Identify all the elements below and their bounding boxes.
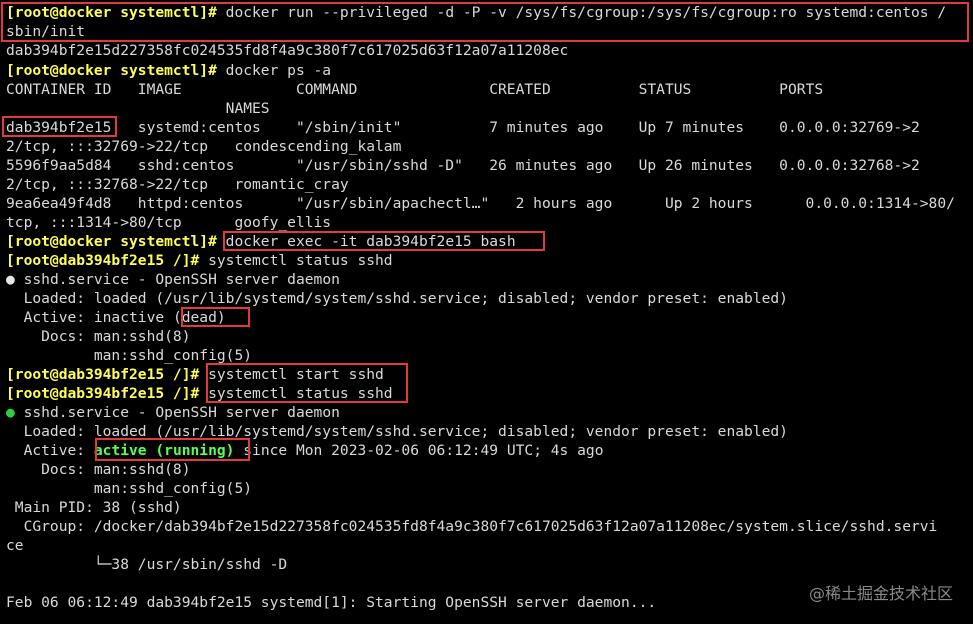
terminal-line: Docs: man:sshd(8)	[6, 327, 191, 346]
highlight-box-docker-exec	[223, 231, 545, 251]
output-text: NAMES	[6, 100, 270, 117]
output-text: 2/tcp, :::32769->22/tcp condescending_ka…	[6, 138, 402, 155]
output-text: Docs: man:sshd(8)	[6, 328, 191, 345]
output-text: dab394bf2e15d227358fc024535fd8f4a9c380f7…	[6, 42, 569, 59]
output-text: dab394bf2e15 systemd:centos "/sbin/init"…	[6, 119, 920, 136]
shell-prompt: [root@docker systemctl]#	[6, 233, 217, 250]
output-text: Active: inactive	[6, 309, 173, 326]
terminal-line: Loaded: loaded (/usr/lib/systemd/system/…	[6, 289, 788, 308]
shell-prompt: [root@dab394bf2e15 /]#	[6, 385, 200, 402]
highlight-box-dead	[181, 307, 250, 327]
output-text: tcp, :::1314->80/tcp goofy_ellis	[6, 214, 332, 231]
highlight-box-running	[95, 438, 250, 461]
shell-prompt: [root@dab394bf2e15 /]#	[6, 366, 200, 383]
table-header: CONTAINER ID IMAGE COMMAND CREATED STATU…	[6, 80, 823, 99]
output-text: Active:	[6, 442, 94, 459]
output-text: ce	[6, 537, 24, 554]
terminal-line: CGroup: /docker/dab394bf2e15d227358fc024…	[6, 517, 938, 536]
highlight-box-container-id	[2, 116, 117, 137]
output-text: 9ea6ea49f4d8 httpd:centos "/usr/sbin/apa…	[6, 195, 955, 212]
terminal-line: ● sshd.service - OpenSSH server daemon	[6, 270, 340, 289]
terminal-window[interactable]: [root@docker systemctl]# docker run --pr…	[0, 0, 973, 624]
command-text: docker ps -a	[216, 62, 332, 79]
terminal-line: dab394bf2e15d227358fc024535fd8f4a9c380f7…	[6, 41, 568, 60]
terminal-line: Main PID: 38 (sshd)	[6, 498, 182, 517]
status-dot-icon: ●	[6, 404, 15, 421]
table-row: tcp, :::1314->80/tcp goofy_ellis	[6, 213, 331, 232]
command-text: systemctl status sshd	[199, 252, 393, 269]
output-text: 2/tcp, :::32768->22/tcp romantic_cray	[6, 176, 349, 193]
terminal-line: └─38 /usr/sbin/sshd -D	[6, 555, 287, 574]
terminal-line: ● sshd.service - OpenSSH server daemon	[6, 403, 340, 422]
output-text: Main PID: 38 (sshd)	[6, 499, 182, 516]
output-text: Loaded: loaded (/usr/lib/systemd/system/…	[6, 290, 788, 307]
output-text: 5596f9aa5d84 sshd:centos "/usr/sbin/sshd…	[6, 157, 920, 174]
terminal-line: man:sshd_config(5)	[6, 479, 252, 498]
output-text: since Mon 2023-02-06 06:12:49 UTC; 4s ag…	[234, 442, 604, 459]
highlight-box-docker-run	[1, 2, 969, 42]
shell-prompt: [root@docker systemctl]#	[6, 62, 217, 79]
watermark: @稀土掘金技术社区	[808, 584, 953, 603]
output-text: Docs: man:sshd(8)	[6, 461, 191, 478]
output-text: man:sshd_config(5)	[6, 347, 253, 364]
status-dot-icon: ●	[6, 271, 15, 288]
output-text: └─38 /usr/sbin/sshd -D	[6, 556, 288, 573]
terminal-line: [root@dab394bf2e15 /]# systemctl status …	[6, 251, 393, 270]
table-row: 2/tcp, :::32768->22/tcp romantic_cray	[6, 175, 349, 194]
terminal-line: Docs: man:sshd(8)	[6, 460, 191, 479]
output-text: CGroup: /docker/dab394bf2e15d227358fc024…	[6, 518, 938, 535]
table-row: 2/tcp, :::32769->22/tcp condescending_ka…	[6, 137, 401, 156]
terminal-line: Feb 06 06:12:49 dab394bf2e15 systemd[1]:…	[6, 593, 656, 612]
highlight-box-start-status	[206, 363, 408, 403]
terminal-line: ce	[6, 536, 24, 555]
output-text: Feb 06 06:12:49 dab394bf2e15 systemd[1]:…	[6, 594, 657, 611]
shell-prompt: [root@dab394bf2e15 /]#	[6, 252, 200, 269]
terminal-line: [root@docker systemctl]# docker ps -a	[6, 61, 331, 80]
output-text: man:sshd_config(5)	[6, 480, 253, 497]
output-text: sshd.service - OpenSSH server daemon	[14, 271, 340, 288]
table-row: dab394bf2e15 systemd:centos "/sbin/init"…	[6, 118, 920, 137]
table-row: 5596f9aa5d84 sshd:centos "/usr/sbin/sshd…	[6, 156, 920, 175]
table-row: 9ea6ea49f4d8 httpd:centos "/usr/sbin/apa…	[6, 194, 955, 213]
output-text: CONTAINER ID IMAGE COMMAND CREATED STATU…	[6, 81, 824, 98]
output-text: sshd.service - OpenSSH server daemon	[14, 404, 340, 421]
